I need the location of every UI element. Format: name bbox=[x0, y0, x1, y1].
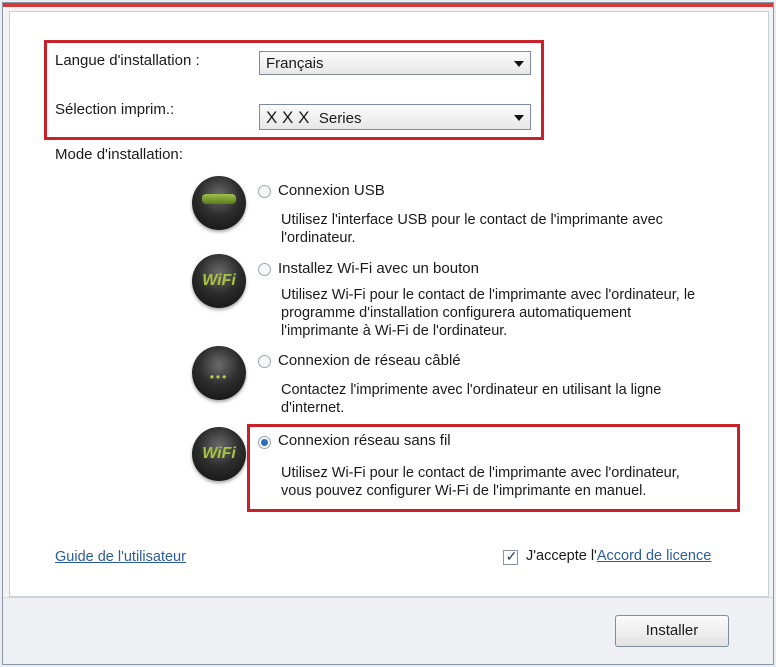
option-wifi-button-desc-line2: programme d'installation configurera aut… bbox=[281, 305, 632, 321]
mode-label: Mode d'installation: bbox=[55, 146, 183, 163]
installer-window: Langue d'installation : Français Sélecti… bbox=[2, 2, 774, 665]
wired-network-icon: ••• bbox=[192, 346, 246, 400]
radio-wifi-button[interactable] bbox=[258, 263, 271, 276]
radio-wireless[interactable] bbox=[258, 436, 271, 449]
accept-license-checkbox[interactable]: ✓ bbox=[503, 548, 518, 565]
accept-license-text: J'accepte l'Accord de licence bbox=[526, 548, 712, 564]
printer-dropdown[interactable]: X X X Series bbox=[259, 104, 531, 130]
language-dropdown-value: Français bbox=[266, 55, 324, 72]
usb-icon bbox=[192, 176, 246, 230]
footer-bar: Installer bbox=[3, 597, 773, 664]
option-usb-desc-line1: Utilisez l'interface USB pour le contact… bbox=[281, 212, 663, 228]
printer-dropdown-value: X X X Series bbox=[266, 108, 362, 127]
user-guide-link[interactable]: Guide de l'utilisateur bbox=[55, 549, 186, 565]
option-wireless-label[interactable]: Connexion réseau sans fil bbox=[278, 432, 451, 449]
checkmark-icon: ✓ bbox=[505, 548, 518, 564]
language-dropdown[interactable]: Français bbox=[259, 51, 531, 75]
option-wired-desc-line2: d'internet. bbox=[281, 400, 345, 416]
license-agreement-link[interactable]: Accord de licence bbox=[597, 548, 711, 564]
wifi-icon: WiFi bbox=[192, 254, 246, 308]
wifi-icon: WiFi bbox=[192, 427, 246, 481]
option-wired-label[interactable]: Connexion de réseau câblé bbox=[278, 352, 461, 369]
option-wireless-desc-line2: vous pouvez configurer Wi-Fi de l'imprim… bbox=[281, 483, 647, 499]
chevron-down-icon[interactable] bbox=[514, 61, 524, 67]
window-top-strip bbox=[3, 3, 773, 7]
option-wired-desc-line1: Contactez l'imprimente avec l'ordinateur… bbox=[281, 382, 662, 398]
option-usb-desc-line2: l'ordinateur. bbox=[281, 230, 356, 246]
install-button[interactable]: Installer bbox=[615, 615, 729, 647]
option-wifi-button-label[interactable]: Installez Wi-Fi avec un bouton bbox=[278, 260, 479, 277]
option-wifi-button-desc-line3: l'imprimante à Wi-Fi de l'ordinateur. bbox=[281, 323, 508, 339]
radio-usb[interactable] bbox=[258, 185, 271, 198]
installer-content: Langue d'installation : Français Sélecti… bbox=[9, 11, 769, 597]
option-usb-label[interactable]: Connexion USB bbox=[278, 182, 385, 199]
chevron-down-icon[interactable] bbox=[514, 115, 524, 121]
option-wireless-desc-line1: Utilisez Wi-Fi pour le contact de l'impr… bbox=[281, 465, 680, 481]
language-label: Langue d'installation : bbox=[55, 52, 200, 69]
option-wifi-button-desc-line1: Utilisez Wi-Fi pour le contact de l'impr… bbox=[281, 287, 696, 303]
radio-wired[interactable] bbox=[258, 355, 271, 368]
printer-label: Sélection imprim.: bbox=[55, 101, 175, 118]
